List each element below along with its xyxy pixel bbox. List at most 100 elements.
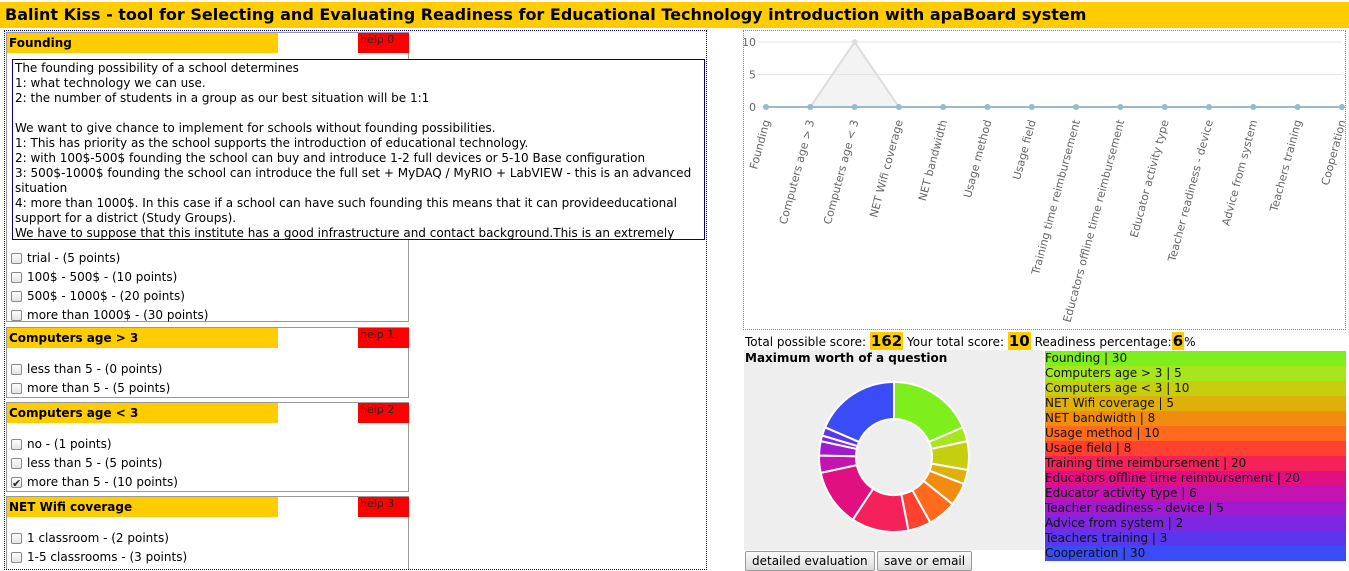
donut-chart-panel: Maximum worth of a question xyxy=(744,350,1044,550)
checkbox[interactable] xyxy=(11,439,22,450)
line-chart: 0 5 10 FoundingComputers age > 3Computers a… xyxy=(743,30,1346,330)
option-label: 100$ - 500$ - (10 points) xyxy=(27,270,178,284)
option-row[interactable]: no - (1 points) xyxy=(11,435,408,454)
questions-panel[interactable]: Founding help 0 trial - (5 points) 100$ … xyxy=(4,30,707,570)
x-tick-label: Computers age > 3 xyxy=(777,118,817,225)
data-point xyxy=(895,104,902,110)
help-button[interactable]: help 0 xyxy=(358,33,409,53)
data-point xyxy=(851,104,858,110)
option-label: 1-5 classrooms - (3 points) xyxy=(27,550,188,564)
checkbox[interactable] xyxy=(11,253,22,264)
readiness-value: 6 xyxy=(1171,332,1185,350)
option-row[interactable]: 1 classroom - (2 points) xyxy=(11,529,408,548)
possible-score-value: 162 xyxy=(869,332,904,350)
checkbox[interactable] xyxy=(11,364,22,375)
checkbox[interactable] xyxy=(11,552,22,563)
option-row[interactable]: 100$ - 500$ - (10 points) xyxy=(11,268,208,287)
help-button[interactable]: help 1 xyxy=(358,328,409,348)
question-computers-age-lt3: Computers age < 3 help 2 no - (1 points)… xyxy=(6,402,409,493)
help-popup: The founding possibility of a school det… xyxy=(12,59,705,240)
data-point xyxy=(1073,104,1080,110)
legend-item: Founding | 30 xyxy=(1045,351,1346,366)
question-title: Founding xyxy=(7,33,278,53)
x-tick-label: Usage method xyxy=(961,118,994,199)
checkbox[interactable] xyxy=(11,310,22,321)
help-button[interactable]: help 2 xyxy=(358,403,409,423)
detailed-evaluation-button[interactable]: detailed evaluation xyxy=(745,551,875,571)
legend-item: Usage field | 8 xyxy=(1045,441,1346,456)
x-tick-label: NET Wifi coverage xyxy=(867,118,906,219)
help-line: 2: the number of students in a group as … xyxy=(15,91,430,105)
help-line: 4: more than 1000$. In this case if a sc… xyxy=(15,196,681,225)
data-point xyxy=(1206,104,1212,110)
legend-item: Cooperation | 30 xyxy=(1045,546,1346,561)
legend-item: Usage method | 10 xyxy=(1045,426,1346,441)
page-title: Balint Kiss - tool for Selecting and Eva… xyxy=(0,2,1349,28)
readiness-label: Readiness percentage: xyxy=(1034,335,1172,349)
question-computers-age-gt3: Computers age > 3 help 1 less than 5 - (… xyxy=(6,327,409,398)
data-point xyxy=(984,104,991,110)
help-line: 1: what technology we can use. xyxy=(15,76,206,90)
option-row[interactable]: less than 5 - (0 points) xyxy=(11,360,408,379)
x-tick-label: Training time reimbursement xyxy=(1029,118,1083,277)
legend-item: Educator activity type | 6 xyxy=(1045,486,1346,501)
question-net-wifi: NET Wifi coverage help 3 1 classroom - (… xyxy=(6,496,409,569)
checkbox[interactable] xyxy=(11,383,22,394)
x-tick-label: Cooperation xyxy=(1319,118,1345,186)
option-row[interactable]: more than 5 - (5 points) xyxy=(11,379,408,398)
x-tick-label: Teacher readiness - device xyxy=(1165,118,1216,264)
x-tick-label: Usage field xyxy=(1010,118,1038,181)
help-line: We have to suppose that this institute h… xyxy=(15,226,675,240)
data-point xyxy=(763,104,769,110)
legend-item: Computers age < 3 | 10 xyxy=(1045,381,1346,396)
option-row[interactable]: more than 1000$ - (30 points) xyxy=(11,306,208,325)
option-row[interactable]: trial - (5 points) xyxy=(11,249,208,268)
legend-item: Advice from system | 2 xyxy=(1045,516,1346,531)
legend-item: NET bandwidth | 8 xyxy=(1045,411,1346,426)
data-point xyxy=(851,39,858,45)
possible-score-label: Total possible score: xyxy=(745,335,867,349)
help-line: 3: 500$-1000$ founding the school can in… xyxy=(15,166,696,195)
checkbox[interactable] xyxy=(11,533,22,544)
help-line: The founding possibility of a school det… xyxy=(15,61,299,75)
x-tick-label: Teachers training xyxy=(1267,118,1304,214)
option-label: 500$ - 1000$ - (20 points) xyxy=(27,289,185,303)
option-label: more than 1000$ - (30 points) xyxy=(27,308,209,322)
option-label: trial - (5 points) xyxy=(27,251,121,265)
line-chart-svg: 0 5 10 FoundingComputers age > 3Computers a… xyxy=(744,36,1345,324)
option-row[interactable]: 500$ - 1000$ - (20 points) xyxy=(11,287,208,306)
y-tick-label: 5 xyxy=(749,69,756,82)
help-line: 2: with 100$-500$ founding the school ca… xyxy=(15,151,646,165)
legend-item: Teacher readiness - device | 5 xyxy=(1045,501,1346,516)
option-row[interactable]: more than 5 - (10 points) xyxy=(11,473,408,493)
data-point xyxy=(1250,104,1257,110)
donut-chart-title: Maximum worth of a question xyxy=(745,351,948,365)
checkbox[interactable] xyxy=(11,272,22,283)
donut-chart-svg xyxy=(817,380,970,533)
option-row[interactable]: 1-5 classrooms - (3 points) xyxy=(11,548,408,567)
option-label: more than 5 - (10 points) xyxy=(27,475,178,489)
x-tick-label: Advice from system xyxy=(1219,118,1260,227)
checkbox[interactable] xyxy=(11,458,22,469)
help-button[interactable]: help 3 xyxy=(358,497,409,517)
legend-item: Teachers training | 3 xyxy=(1045,531,1346,546)
x-tick-label: Educator activity type xyxy=(1128,118,1172,239)
option-row[interactable]: less than 5 - (5 points) xyxy=(11,454,408,473)
your-score-label: Your total score: xyxy=(907,335,1005,349)
question-title: Computers age > 3 xyxy=(7,328,278,348)
percent-sign: % xyxy=(1184,335,1196,349)
question-title: NET Wifi coverage xyxy=(7,497,278,517)
help-line: We want to give chance to implement for … xyxy=(15,121,496,135)
option-label: 1 classroom - (2 points) xyxy=(27,531,169,545)
x-tick-label: Founding xyxy=(747,118,773,170)
checkbox-checked[interactable] xyxy=(11,474,22,493)
your-score-value: 10 xyxy=(1007,332,1031,350)
save-or-email-button[interactable]: save or email xyxy=(877,551,973,571)
score-summary: Total possible score: 162 Your total sco… xyxy=(745,332,1196,350)
help-line: 1: This has priority as the school suppo… xyxy=(15,136,529,150)
legend-item: Educators offline time reimbursement | 2… xyxy=(1045,471,1346,486)
question-title: Computers age < 3 xyxy=(7,403,278,423)
data-point xyxy=(1338,104,1345,110)
checkbox[interactable] xyxy=(11,291,22,302)
legend-item: Training time reimbursement | 20 xyxy=(1045,456,1346,471)
